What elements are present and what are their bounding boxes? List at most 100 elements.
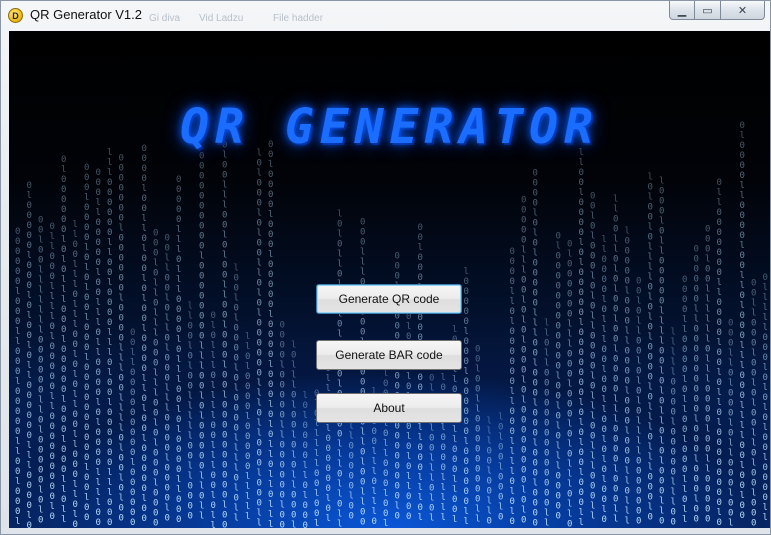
code-rain-glyph: l [464, 267, 469, 277]
code-rain-glyph: l [648, 412, 653, 422]
close-button[interactable]: ✕ [721, 1, 765, 20]
code-rain-glyph: 0 [119, 273, 124, 283]
code-rain-glyph: l [153, 278, 158, 288]
code-rain-glyph: 0 [579, 268, 584, 278]
code-rain-glyph: 0 [96, 248, 101, 258]
code-rain-glyph: 0 [199, 452, 204, 462]
maximize-button[interactable]: ▭ [695, 1, 721, 20]
code-rain-glyph: 0 [590, 421, 595, 431]
code-rain-glyph: 0 [694, 425, 699, 435]
code-rain-glyph: l [257, 388, 262, 398]
code-rain-glyph: l [107, 368, 112, 378]
code-rain-glyph: 0 [222, 460, 227, 470]
app-logo-title: QR GENERATOR [180, 99, 599, 155]
code-rain-glyph: 0 [119, 323, 124, 333]
code-rain-glyph: 0 [567, 360, 572, 370]
code-rain-glyph: 0 [280, 491, 285, 501]
code-rain-glyph: 0 [418, 263, 423, 273]
window-title: QR Generator V1.2 [30, 7, 142, 22]
code-rain-glyph: l [280, 431, 285, 441]
code-rain-glyph: 0 [119, 333, 124, 343]
code-rain-glyph: 0 [61, 265, 66, 275]
code-rain-glyph: 0 [84, 513, 89, 523]
code-rain-glyph: l [671, 418, 676, 428]
code-rain-glyph: 0 [510, 347, 515, 357]
title-bar[interactable]: D QR Generator V1.2 Gi diva Vid Ladzu Fi… [1, 1, 770, 31]
code-rain-glyph: 0 [280, 321, 285, 331]
code-rain-glyph: l [717, 368, 722, 378]
app-logo-icon[interactable]: D [8, 8, 23, 23]
code-rain-glyph: l [119, 353, 124, 363]
code-rain-glyph: 0 [199, 292, 204, 302]
code-rain-glyph: 0 [751, 369, 756, 379]
code-rain-glyph: 0 [763, 473, 768, 483]
code-rain-glyph: 0 [27, 181, 32, 191]
code-rain-glyph: l [671, 488, 676, 498]
code-rain-glyph: 0 [751, 389, 756, 399]
code-rain-glyph: 0 [602, 345, 607, 355]
code-rain-glyph: l [119, 343, 124, 353]
code-rain-glyph: 0 [717, 438, 722, 448]
code-rain-glyph: 0 [395, 492, 400, 502]
code-rain-glyph: l [533, 399, 538, 409]
code-rain-glyph: 0 [291, 441, 296, 451]
about-button[interactable]: About [316, 393, 462, 423]
code-rain-glyph: 0 [61, 225, 66, 235]
code-rain-glyph: 0 [740, 511, 745, 521]
code-rain-glyph: 0 [648, 322, 653, 332]
code-rain-glyph: l [73, 230, 78, 240]
code-rain-glyph: l [360, 488, 365, 498]
code-rain-glyph: l [659, 237, 664, 247]
code-rain-glyph: l [659, 177, 664, 187]
code-rain-glyph: 0 [119, 213, 124, 223]
code-rain-glyph: 0 [567, 490, 572, 500]
code-rain-glyph: 0 [38, 456, 43, 466]
code-rain-glyph: l [613, 234, 618, 244]
code-rain-glyph: l [590, 291, 595, 301]
code-rain-glyph: l [199, 362, 204, 372]
code-rain-glyph: l [602, 245, 607, 255]
code-rain-glyph: 0 [165, 463, 170, 473]
generate-qr-button[interactable]: Generate QR code [316, 284, 462, 314]
code-rain-glyph: 0 [521, 275, 526, 285]
code-rain-glyph: l [61, 285, 66, 295]
code-rain-glyph: 0 [84, 303, 89, 313]
code-rain-glyph: 0 [142, 364, 147, 374]
code-rain-glyph: 0 [579, 458, 584, 468]
code-rain-glyph: l [659, 497, 664, 507]
code-rain-glyph: 0 [395, 262, 400, 272]
code-rain-glyph: 0 [130, 388, 135, 398]
code-rain-glyph: 0 [199, 262, 204, 272]
code-rain-glyph: l [602, 315, 607, 325]
code-rain-glyph: 0 [199, 162, 204, 172]
code-rain-glyph: 0 [268, 300, 273, 310]
code-rain-glyph: l [268, 480, 273, 490]
code-rain-glyph: 0 [694, 375, 699, 385]
code-rain-glyph: 0 [199, 192, 204, 202]
code-rain-glyph: 0 [383, 379, 388, 389]
code-rain-glyph: l [130, 358, 135, 368]
code-rain-glyph: l [15, 327, 20, 337]
code-rain-glyph: 0 [533, 489, 538, 499]
code-rain-glyph: l [751, 399, 756, 409]
code-rain-glyph: l [234, 264, 239, 274]
code-rain-glyph: 0 [567, 280, 572, 290]
code-rain-glyph: l [521, 295, 526, 305]
code-rain-glyph: l [636, 397, 641, 407]
generate-bar-button[interactable]: Generate BAR code [316, 340, 462, 370]
code-rain-glyph: 0 [648, 352, 653, 362]
code-rain-glyph: 0 [659, 227, 664, 237]
code-rain-glyph: l [50, 282, 55, 292]
code-rain-glyph: 0 [533, 299, 538, 309]
code-rain-glyph: l [671, 338, 676, 348]
code-rain-glyph: 0 [84, 483, 89, 493]
code-rain-glyph: 0 [84, 413, 89, 423]
code-rain-glyph: l [441, 373, 446, 383]
code-rain-glyph: 0 [395, 482, 400, 492]
minimize-button[interactable]: ▁ [669, 1, 695, 20]
code-rain-glyph: l [27, 361, 32, 371]
code-rain-glyph: l [717, 388, 722, 398]
code-rain-glyph: l [107, 158, 112, 168]
code-rain-glyph: l [613, 314, 618, 324]
code-rain-glyph: 0 [211, 371, 216, 381]
